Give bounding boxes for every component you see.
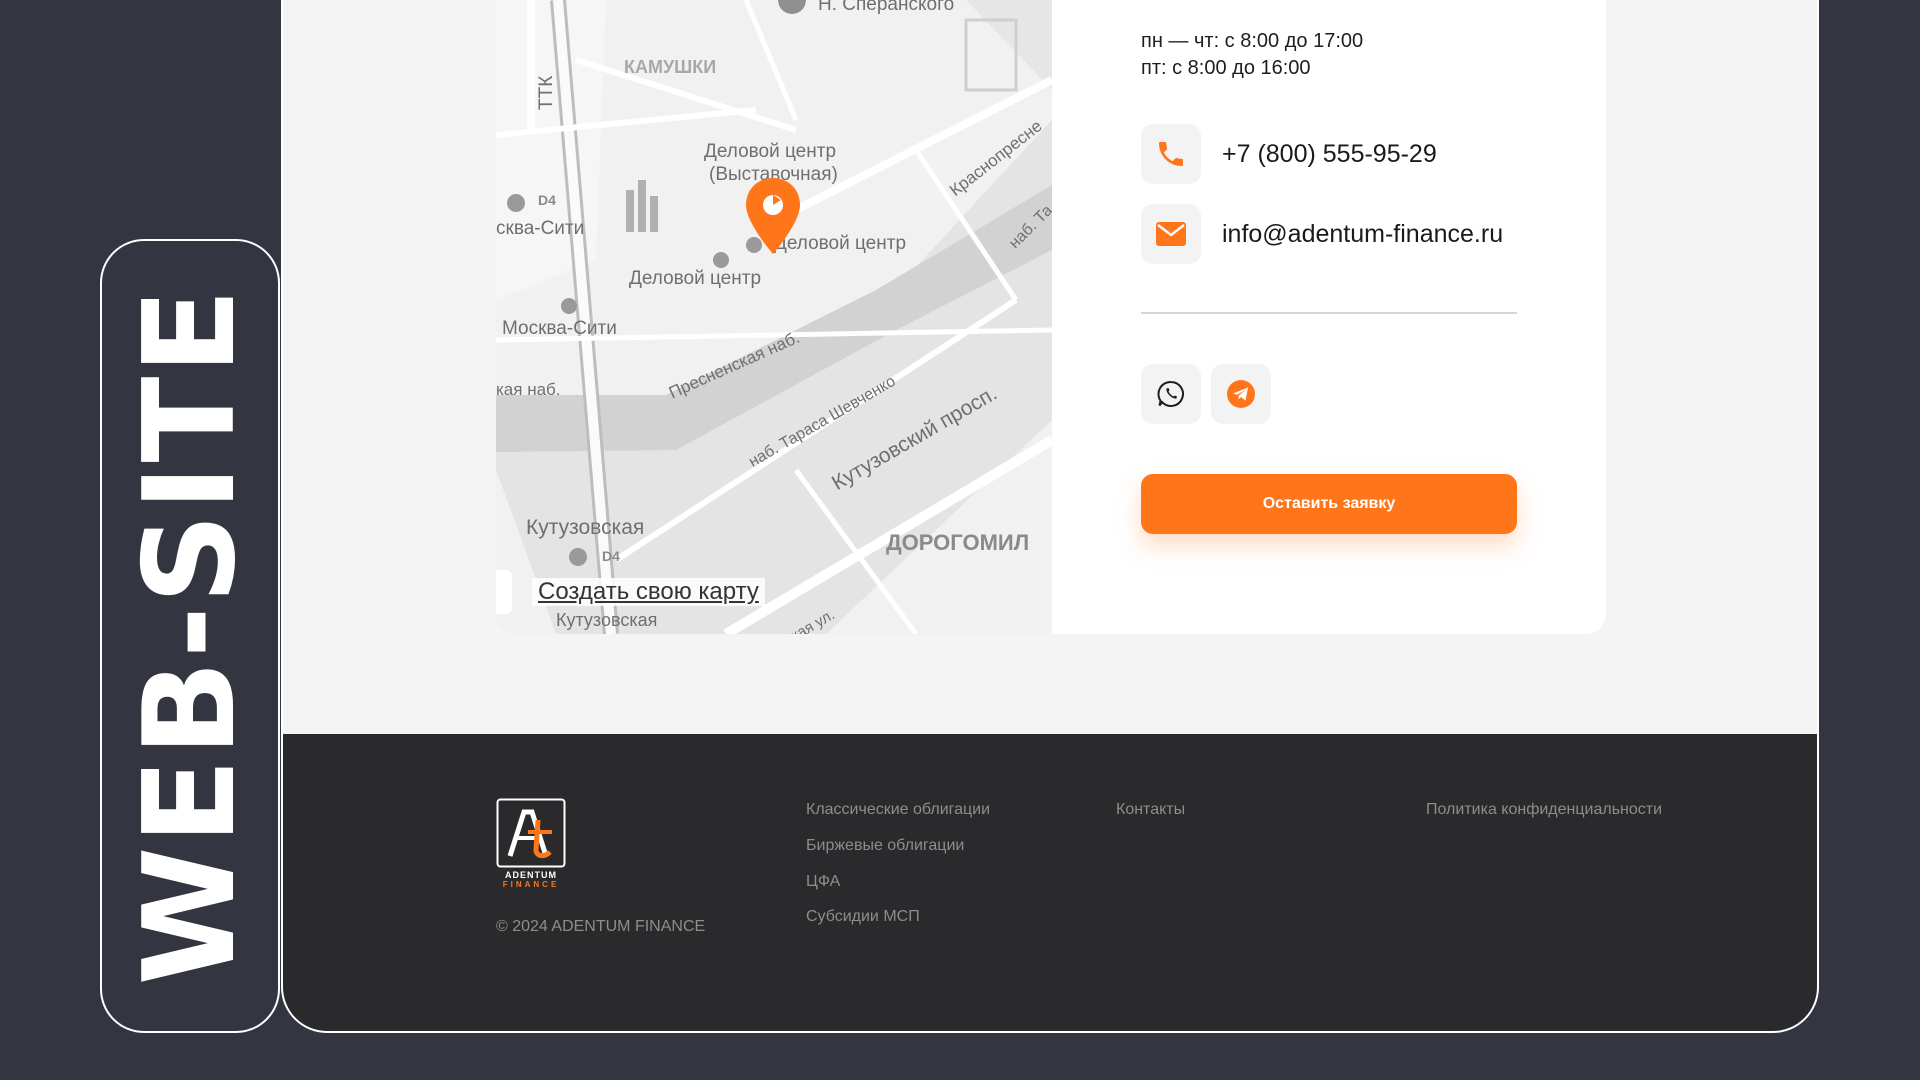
- logo-line: FINANCE: [503, 880, 560, 888]
- phone-icon-box: [1141, 124, 1201, 184]
- footer: ADENTUM FINANCE © 2024 ADENTUM FINANCE К…: [283, 734, 1817, 1031]
- email-icon-box: [1141, 204, 1201, 264]
- phone-icon: [1159, 142, 1183, 166]
- contact-divider: [1141, 312, 1517, 314]
- phone-row[interactable]: +7 (800) 555-95-29: [1141, 124, 1437, 184]
- map-label: ДОРОГОМИЛ: [886, 530, 1030, 555]
- map-label: Кутузовская: [526, 516, 645, 539]
- map-label: сква-Сити: [496, 218, 585, 239]
- working-hours: пн — чт: с 8:00 до 17:00 пт: с 8:00 до 1…: [1141, 28, 1363, 82]
- footer-link-contacts[interactable]: Контакты: [1116, 801, 1185, 819]
- logo-line: ADENTUM: [505, 870, 557, 880]
- map-pin-icon[interactable]: [744, 176, 802, 256]
- email-address[interactable]: info@adentum-finance.ru: [1222, 220, 1503, 249]
- map-label: Деловой центр: [629, 268, 762, 289]
- map-label: КАМУШКИ: [624, 57, 717, 77]
- contact-card: Н. Сперанского КАМУШКИ ТТК Деловой центр…: [496, 0, 1606, 634]
- mail-icon: [1156, 222, 1186, 246]
- map-label: ТТК: [536, 75, 557, 110]
- map-label: D4: [538, 192, 556, 208]
- copyright: © 2024 ADENTUM FINANCE: [496, 918, 706, 935]
- create-map-link[interactable]: Создать свою карту: [532, 578, 765, 606]
- footer-link-dfa[interactable]: ЦФА: [806, 873, 840, 891]
- map[interactable]: Н. Сперанского КАМУШКИ ТТК Деловой центр…: [496, 0, 1052, 634]
- map-label: Москва-Сити: [502, 318, 617, 339]
- map-control[interactable]: [496, 570, 512, 614]
- logo-mark: ADENTUM FINANCE: [496, 798, 566, 889]
- telegram-icon: [1227, 380, 1255, 408]
- map-label: кая наб.: [496, 380, 561, 399]
- footer-link-exchange-bonds[interactable]: Биржевые облигации: [806, 837, 964, 855]
- email-row[interactable]: info@adentum-finance.ru: [1141, 204, 1503, 264]
- phone-number[interactable]: +7 (800) 555-95-29: [1222, 140, 1437, 169]
- whatsapp-icon: [1157, 380, 1184, 407]
- map-label: Кутузовская: [556, 610, 658, 630]
- hours-line: пн — чт: с 8:00 до 17:00: [1141, 30, 1364, 52]
- badge-text: WEB-SITE: [116, 286, 263, 986]
- map-label: D4: [602, 548, 620, 564]
- telegram-button[interactable]: [1211, 364, 1271, 424]
- submit-request-button[interactable]: Оставить заявку: [1141, 474, 1517, 534]
- map-label: Деловой центр: [704, 141, 837, 162]
- footer-link-privacy[interactable]: Политика конфиденциальности: [1426, 801, 1662, 819]
- website-frame: Н. Сперанского КАМУШКИ ТТК Деловой центр…: [281, 0, 1819, 1033]
- map-label: Н. Сперанского: [818, 0, 955, 15]
- web-site-badge: WEB-SITE: [100, 239, 280, 1033]
- hours-line: пт: с 8:00 до 16:00: [1141, 57, 1311, 79]
- whatsapp-button[interactable]: [1141, 364, 1201, 424]
- adentum-logo[interactable]: ADENTUM FINANCE: [496, 798, 566, 889]
- footer-link-sme-subsidies[interactable]: Субсидии МСП: [806, 908, 920, 926]
- footer-link-classic-bonds[interactable]: Классические облигации: [806, 801, 990, 819]
